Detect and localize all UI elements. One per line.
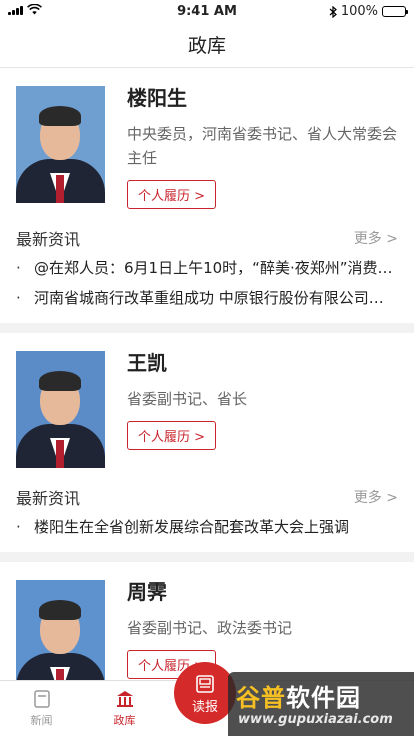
official-name: 周霁 <box>127 580 167 604</box>
photo-hair <box>39 371 81 391</box>
official-name: 楼阳生 <box>127 86 187 110</box>
official-list[interactable]: 楼阳生 中央委员，河南省委书记、省人大常委会主任 个人履历 > 最新资讯 更多 … <box>0 68 414 680</box>
tab-government[interactable]: 政库 <box>83 681 166 736</box>
official-card: 王凯 省委副书记、省长 个人履历 > 最新资讯 更多 > 楼阳生在全省创新发展综… <box>0 333 414 552</box>
bluetooth-icon <box>329 5 337 18</box>
official-info: 王凯 省委副书记、省长 个人履历 > <box>127 351 398 468</box>
news-list: 楼阳生在全省创新发展综合配套改革大会上强调 <box>16 512 398 542</box>
watermark: 谷普软件园 www.gupuxiazai.com <box>228 672 414 736</box>
official-info: 楼阳生 中央委员，河南省委书记、省人大常委会主任 个人履历 > <box>127 86 398 209</box>
official-info: 周霁 省委副书记、政法委书记 个人履历 > <box>127 580 398 680</box>
official-title: 省委副书记、政法委书记 <box>127 619 293 637</box>
official-photo <box>16 86 105 203</box>
news-list: @在郑人员：6月1日上午10时，“醉美·夜郑州”消费季启动 河南省城商行改革重组… <box>16 253 398 313</box>
news-section-label: 最新资讯 <box>16 230 81 249</box>
photo-hair <box>39 106 81 126</box>
battery-icon <box>382 6 408 17</box>
official-photo <box>16 580 105 680</box>
watermark-logo: 谷普软件园 <box>236 678 361 713</box>
official-photo <box>16 351 105 468</box>
photo-hair <box>39 600 81 620</box>
resume-button[interactable]: 个人履历 > <box>127 421 217 450</box>
status-bar: 9:41 AM 100% <box>0 0 414 24</box>
watermark-text-a: 谷普 <box>236 684 286 712</box>
read-newspaper-label: 读报 <box>191 700 218 715</box>
tab-news-label: 新闻 <box>30 714 53 727</box>
news-section-label: 最新资讯 <box>16 489 81 508</box>
status-right: 100% <box>329 4 408 19</box>
official-profile[interactable]: 楼阳生 中央委员，河南省委书记、省人大常委会主任 个人履历 > <box>16 86 398 209</box>
news-header: 最新资讯 更多 > <box>16 223 398 253</box>
official-profile[interactable]: 王凯 省委副书记、省长 个人履历 > <box>16 351 398 468</box>
photo-tie <box>56 175 64 203</box>
nav-title: 政库 <box>0 24 414 68</box>
news-item[interactable]: 楼阳生在全省创新发展综合配套改革大会上强调 <box>16 512 398 542</box>
battery-percent: 100% <box>340 4 378 19</box>
newspaper-icon <box>196 675 214 693</box>
tab-government-label: 政库 <box>113 714 136 727</box>
photo-tie <box>56 440 64 468</box>
watermark-text-b: 软件园 <box>286 684 361 712</box>
photo-tie <box>56 669 64 680</box>
more-link[interactable]: 更多 > <box>354 487 398 507</box>
resume-button[interactable]: 个人履历 > <box>127 180 217 209</box>
more-link[interactable]: 更多 > <box>354 228 398 248</box>
tab-news[interactable]: 新闻 <box>0 681 83 736</box>
official-title: 中央委员，河南省委书记、省人大常委会主任 <box>127 125 398 167</box>
official-card: 楼阳生 中央委员，河南省委书记、省人大常委会主任 个人履历 > 最新资讯 更多 … <box>0 68 414 323</box>
read-newspaper-button[interactable]: 读报 <box>174 662 236 724</box>
official-title: 省委副书记、省长 <box>127 390 248 408</box>
official-name: 王凯 <box>127 351 167 375</box>
government-icon <box>116 691 133 707</box>
news-icon <box>33 690 50 708</box>
watermark-url: www.gupuxiazai.com <box>238 712 393 727</box>
news-item[interactable]: 河南省城商行改革重组成功 中原银行股份有限公司揭牌 <box>16 283 398 313</box>
news-item[interactable]: @在郑人员：6月1日上午10时，“醉美·夜郑州”消费季启动 <box>16 253 398 283</box>
news-header: 最新资讯 更多 > <box>16 482 398 512</box>
